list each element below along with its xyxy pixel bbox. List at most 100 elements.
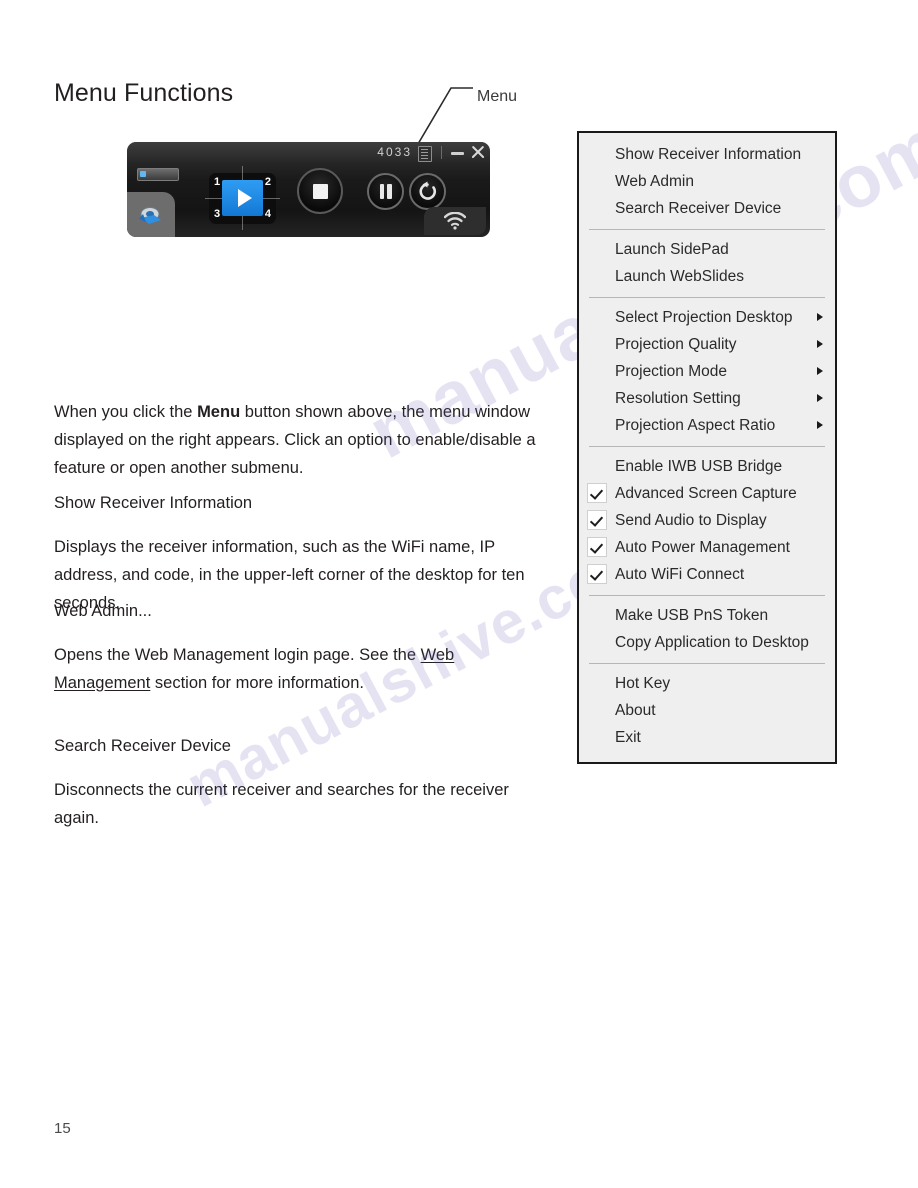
stop-button[interactable] xyxy=(297,168,343,214)
submenu-arrow-icon xyxy=(817,313,823,321)
menu-item-label: Copy Application to Desktop xyxy=(615,633,809,651)
menu-item-about[interactable]: About xyxy=(579,697,835,724)
section-heading-show-receiver-information: Show Receiver Information xyxy=(54,494,253,512)
menu-group: Launch SidePad Launch WebSlides xyxy=(579,234,835,293)
quadrant-1-label[interactable]: 1 xyxy=(214,176,220,188)
submenu-arrow-icon xyxy=(817,394,823,402)
menu-separator xyxy=(589,663,825,664)
menu-item-label: Exit xyxy=(615,728,641,746)
callout-label-menu: Menu xyxy=(477,88,518,105)
app-tab[interactable] xyxy=(127,192,175,237)
stop-icon xyxy=(312,183,328,199)
play-button[interactable] xyxy=(222,180,263,216)
pause-icon xyxy=(379,184,392,199)
minimize-button[interactable] xyxy=(451,152,464,155)
titlebar-divider xyxy=(441,146,442,159)
menu-item-label: Auto Power Management xyxy=(615,538,790,556)
menu-item-auto-power-management[interactable]: Auto Power Management xyxy=(579,534,835,561)
menu-item-label: About xyxy=(615,701,656,719)
refresh-button[interactable] xyxy=(409,173,446,210)
menu-item-hot-key[interactable]: Hot Key xyxy=(579,670,835,697)
menu-item-auto-wifi-connect[interactable]: Auto WiFi Connect xyxy=(579,561,835,588)
menu-item-label: Launch SidePad xyxy=(615,240,729,258)
menu-item-label: Enable IWB USB Bridge xyxy=(615,457,783,475)
menu-item-label: Search Receiver Device xyxy=(615,199,782,217)
page-title: Menu Functions xyxy=(54,79,234,107)
checkbox-icon[interactable] xyxy=(587,483,607,503)
app-logo-icon xyxy=(139,207,161,224)
intro-paragraph: When you click the Menu button shown abo… xyxy=(54,398,544,482)
menu-item-projection-aspect-ratio[interactable]: Projection Aspect Ratio xyxy=(579,412,835,439)
menu-item-projection-quality[interactable]: Projection Quality xyxy=(579,331,835,358)
menu-item-web-admin[interactable]: Web Admin xyxy=(579,168,835,195)
quadrant-3-label[interactable]: 3 xyxy=(214,208,220,220)
menu-item-search-receiver-device[interactable]: Search Receiver Device xyxy=(579,195,835,222)
menu-item-label: Projection Mode xyxy=(615,362,728,380)
quadrant-2-label[interactable]: 2 xyxy=(265,176,271,188)
menu-item-show-receiver-information[interactable]: Show Receiver Information xyxy=(579,141,835,168)
menu-item-resolution-setting[interactable]: Resolution Setting xyxy=(579,385,835,412)
menu-item-label: Show Receiver Information xyxy=(615,145,802,163)
menu-item-launch-sidepad[interactable]: Launch SidePad xyxy=(579,236,835,263)
menu-item-launch-webslides[interactable]: Launch WebSlides xyxy=(579,263,835,290)
page-number: 15 xyxy=(54,1120,71,1137)
section-heading-web-admin: Web Admin... xyxy=(54,602,152,620)
submenu-arrow-icon xyxy=(817,421,823,429)
checkbox-icon[interactable] xyxy=(587,537,607,557)
play-icon xyxy=(237,189,252,207)
submenu-arrow-icon xyxy=(817,367,823,375)
menu-item-label: Send Audio to Display xyxy=(615,511,767,529)
receiver-toolbar-window: 4033 1 2 3 4 xyxy=(127,142,490,237)
menu-item-make-usb-pns-token[interactable]: Make USB PnS Token xyxy=(579,602,835,629)
context-menu-list: Show Receiver Information Web Admin Search… xyxy=(579,133,835,762)
section-heading-search-receiver-device: Search Receiver Device xyxy=(54,737,231,755)
context-menu-panel[interactable]: Show Receiver Information Web Admin Search… xyxy=(577,131,837,764)
menu-item-label: Make USB PnS Token xyxy=(615,606,769,624)
menu-item-label: Select Projection Desktop xyxy=(615,308,793,326)
web-admin-text-after: section for more information. xyxy=(150,673,364,692)
menu-group: Show Receiver Information Web Admin Search… xyxy=(579,139,835,225)
menu-item-label: Launch WebSlides xyxy=(615,267,744,285)
menu-item-label: Advanced Screen Capture xyxy=(615,484,797,502)
refresh-icon xyxy=(419,181,437,200)
close-button[interactable] xyxy=(470,145,485,160)
toolbar-titlebar: 4033 xyxy=(127,142,490,163)
projection-quadrant-selector[interactable]: 1 2 3 4 xyxy=(205,166,280,230)
menu-item-label: Auto WiFi Connect xyxy=(615,565,745,583)
wifi-status[interactable] xyxy=(424,207,486,235)
leader-line-icon xyxy=(417,87,473,145)
pause-button[interactable] xyxy=(367,173,404,210)
intro-bold-menu: Menu xyxy=(197,402,241,421)
menu-item-copy-application-to-desktop[interactable]: Copy Application to Desktop xyxy=(579,629,835,656)
receiver-code: 4033 xyxy=(377,145,412,159)
section-text-web-admin: Opens the Web Management login page. See… xyxy=(54,641,544,697)
section-text-search-receiver-device: Disconnects the current receiver and sea… xyxy=(54,780,509,827)
menu-item-advanced-screen-capture[interactable]: Advanced Screen Capture xyxy=(579,480,835,507)
menu-item-send-audio-to-display[interactable]: Send Audio to Display xyxy=(579,507,835,534)
menu-separator xyxy=(589,446,825,447)
menu-item-enable-iwb-usb-bridge[interactable]: Enable IWB USB Bridge xyxy=(579,453,835,480)
menu-item-label: Web Admin xyxy=(615,172,694,190)
menu-item-label: Projection Quality xyxy=(615,335,737,353)
checkbox-icon[interactable] xyxy=(587,564,607,584)
quadrant-4-label[interactable]: 4 xyxy=(265,208,271,220)
menu-list-icon[interactable] xyxy=(418,146,432,162)
submenu-arrow-icon xyxy=(817,340,823,348)
menu-group: Make USB PnS Token Copy Application to De… xyxy=(579,600,835,659)
menu-item-label: Projection Aspect Ratio xyxy=(615,416,776,434)
menu-group: Enable IWB USB Bridge Advanced Screen Cap… xyxy=(579,451,835,591)
menu-separator xyxy=(589,229,825,230)
intro-text-before: When you click the xyxy=(54,402,198,421)
menu-group: Hot Key About Exit xyxy=(579,668,835,754)
projector-icon xyxy=(137,168,179,181)
menu-item-projection-mode[interactable]: Projection Mode xyxy=(579,358,835,385)
wifi-icon xyxy=(444,212,466,230)
menu-item-label: Hot Key xyxy=(615,674,671,692)
menu-separator xyxy=(589,595,825,596)
menu-item-label: Resolution Setting xyxy=(615,389,741,407)
menu-item-select-projection-desktop[interactable]: Select Projection Desktop xyxy=(579,304,835,331)
menu-item-exit[interactable]: Exit xyxy=(579,724,835,751)
checkbox-icon[interactable] xyxy=(587,510,607,530)
menu-group: Select Projection Desktop Projection Qual… xyxy=(579,302,835,442)
menu-separator xyxy=(589,297,825,298)
